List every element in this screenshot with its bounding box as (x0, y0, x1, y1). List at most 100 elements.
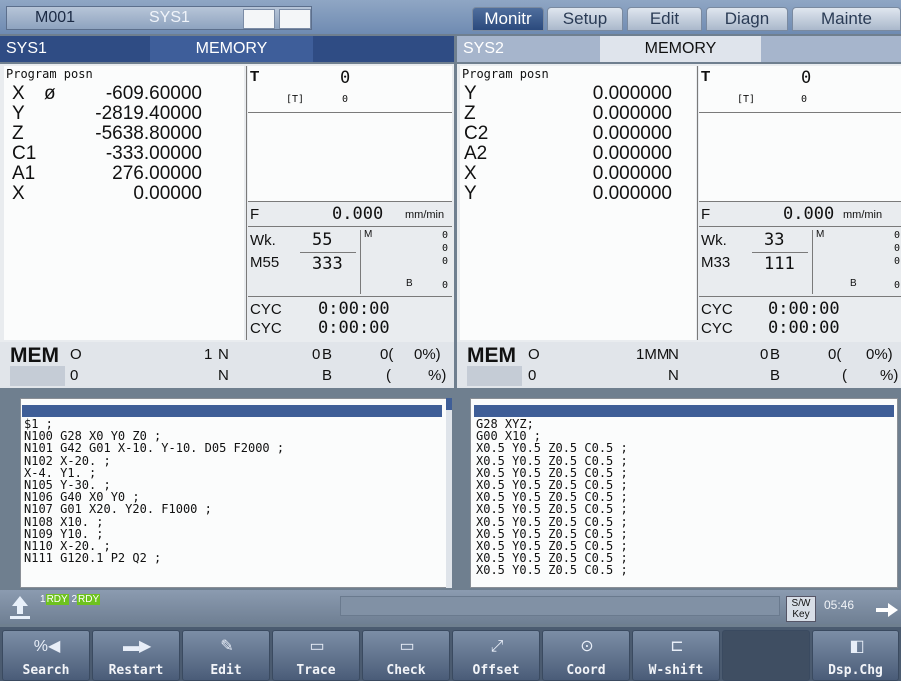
system-tab[interactable]: SYS1 (149, 9, 190, 27)
sys1-feed-row: F 0.000 mm/min (248, 204, 452, 226)
sys2-axis-name: Y (464, 83, 477, 104)
sys2-axis-name: C2 (464, 123, 489, 144)
sys2-o-number: 1MM (636, 346, 670, 363)
sw-key-button[interactable]: S/W Key (786, 596, 816, 622)
sys1-wk-underline (300, 252, 356, 253)
sys1-cyc2-value: 0:00:00 (318, 318, 390, 338)
sys2-f-value: 0.000 (783, 204, 835, 224)
menu-restart[interactable]: ▬▶ Restart (92, 630, 180, 681)
sys1-mcode-3: 0 (442, 256, 449, 267)
sys2-blank-box (699, 113, 901, 201)
sys2-f-label: F (701, 206, 711, 223)
sys1-program-line: N111 G120.1 P2 Q2 ; (24, 551, 162, 566)
tab-monitor[interactable]: Monitr (472, 7, 544, 31)
menu-edit[interactable]: ✎ Edit (182, 630, 270, 681)
sys2-sep3 (699, 226, 901, 227)
sys1-sep4 (248, 296, 452, 297)
menu-empty[interactable] (722, 630, 810, 681)
sys2-t-value: 0 (801, 68, 812, 88)
sys2-tool-box: T 0 [T] 0 (699, 66, 901, 112)
sys2-mcode-4: 0 (894, 280, 901, 291)
sys1-f-value: 0.000 (332, 204, 384, 224)
sys1-cyc2-label: CYC (250, 320, 282, 337)
sys1-cyc1-label: CYC (250, 301, 282, 318)
blank-tab-1[interactable] (243, 9, 275, 29)
sys1-axis-value: -609.60000 (105, 83, 202, 104)
sys2-b-number: 0( (828, 346, 842, 363)
sys2-wk-label: Wk. (701, 232, 727, 249)
sys1-axis-name: C1 (12, 143, 37, 164)
sys1-cyc1-value: 0:00:00 (318, 299, 390, 319)
tab-mainte[interactable]: Mainte (792, 7, 901, 31)
sys2-m-label: M33 (701, 254, 731, 271)
sys1-percent: 0%) (414, 346, 441, 363)
sys2-axis-value: 0.000000 (592, 143, 672, 164)
sys1-m-value: 333 (312, 254, 343, 274)
machine-tab[interactable]: M001 (35, 9, 75, 27)
sys2-n-number: 0 (760, 346, 769, 363)
sys1-t-label: T (250, 68, 260, 85)
sys2-cyc1-label: CYC (701, 301, 733, 318)
tab-edit[interactable]: Edit (627, 7, 702, 31)
sys1-row2-o: 0 (70, 367, 79, 384)
sys2-mcode-divider (812, 230, 813, 294)
sys1-mem-label: MEM (10, 344, 59, 367)
rdy1-badge: RDY (45, 594, 69, 605)
sys1-header: SYS1 MEMORY (0, 36, 454, 62)
sys2-axis-value: 0.000000 (592, 183, 672, 204)
sys1-b-letter: B (406, 278, 413, 289)
menu-trace[interactable]: ▭ Trace (272, 630, 360, 681)
sys1-n-label: N (218, 346, 229, 363)
sys2-cyc1-value: 0:00:00 (768, 299, 840, 319)
sys2-o-label: O (528, 346, 540, 363)
rdy1-number: 1 (40, 594, 46, 605)
sys1-mcode-2: 0 (442, 243, 449, 254)
menu-w-shift[interactable]: ⊏ W-shift (632, 630, 720, 681)
sys2-m-letter: M (816, 229, 825, 240)
menu-offset[interactable]: ⤢ Offset (452, 630, 540, 681)
sys1-axis-value: -2819.40000 (95, 103, 202, 124)
sys2-posn-title: Program posn (462, 67, 549, 81)
sys1-axis-name: Z (12, 123, 24, 144)
tab-setup[interactable]: Setup (547, 7, 623, 31)
sys2-mode: MEMORY (600, 36, 761, 62)
sys1-mcode-4: 0 (442, 280, 449, 291)
sys2-row2-n: N (668, 367, 679, 384)
sys1-divider (246, 66, 247, 340)
sys2-mcode-2: 0 (894, 243, 901, 254)
menu-coord[interactable]: ⊙ Coord (542, 630, 630, 681)
system-selector: M001 SYS1 (6, 6, 312, 30)
sys1-row2-n: N (218, 367, 229, 384)
next-arrow-icon[interactable] (874, 600, 900, 620)
sys1-mcode-divider (360, 230, 361, 294)
sys1-scrollbar[interactable] (446, 398, 452, 588)
sys2-t-sub-label: [T] (737, 94, 756, 105)
restart-menu-icon: ▬▶ (123, 638, 152, 655)
sys2-cyc2-label: CYC (701, 320, 733, 337)
menu-dsp-chg[interactable]: ◧ Dsp.Chg (812, 630, 899, 681)
tab-diagn[interactable]: Diagn (706, 7, 788, 31)
sys2-row2-o: 0 (528, 367, 537, 384)
sys1-wk-value: 55 (312, 230, 333, 250)
sys2-name: SYS2 (463, 40, 504, 57)
menu-search[interactable]: %◀ Search (2, 630, 90, 681)
sys2-program-line: X0.5 Y0.5 Z0.5 C0.5 ; (476, 563, 628, 578)
sys1-t-sub-value: 0 (342, 94, 349, 105)
sys1-row2-paren: ( (386, 367, 391, 384)
sys1-b-number: 0( (380, 346, 394, 363)
sys1-t-value: 0 (340, 68, 351, 88)
sys2-b-letter: B (850, 278, 857, 289)
back-arrow-icon[interactable] (8, 594, 32, 620)
sys1-row2-blank (10, 366, 65, 386)
sys1-row2-b: B (322, 367, 333, 384)
menu-check[interactable]: ▭ Check (362, 630, 450, 681)
sys1-o-number: 1 (204, 346, 213, 363)
sys1-row2-pct: %) (428, 367, 447, 384)
sys2-axis-name: Y (464, 183, 477, 204)
coord-menu-icon: ⊙ (580, 638, 594, 655)
sys2-row2-pct: %) (880, 367, 899, 384)
sys2-row2-blank (467, 366, 522, 386)
sys2-axis-value: 0.000000 (592, 103, 672, 124)
sys2-mcode-1: 0 (894, 230, 901, 241)
blank-tab-2[interactable] (279, 9, 311, 29)
